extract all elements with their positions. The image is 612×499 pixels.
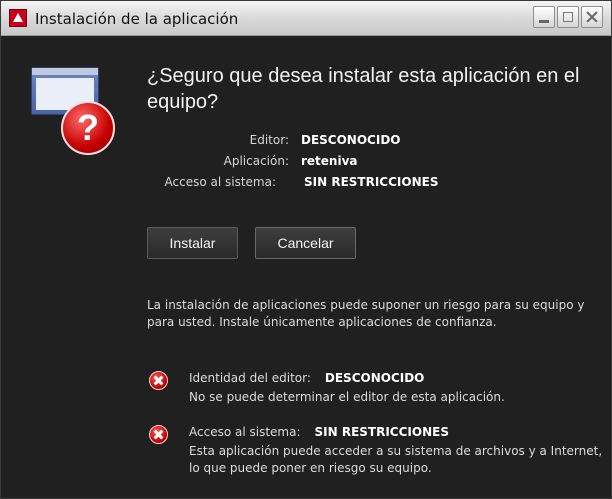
install-button[interactable]: Instalar bbox=[147, 227, 238, 259]
title-bar[interactable]: Instalación de la aplicación bbox=[1, 1, 611, 36]
adobe-air-icon bbox=[9, 9, 27, 27]
system-access-value: SIN RESTRICCIONES bbox=[304, 175, 439, 189]
install-dialog: Instalación de la aplicación ? ¿Seguro q… bbox=[0, 0, 612, 499]
window-title: Instalación de la aplicación bbox=[35, 10, 239, 28]
publisher-label: Editor: bbox=[249, 133, 289, 147]
minimize-button[interactable] bbox=[533, 6, 555, 28]
risk-access-description: Esta aplicación puede acceder a su siste… bbox=[189, 444, 603, 475]
risk-publisher-description: No se puede determinar el editor de esta… bbox=[189, 390, 505, 404]
install-question: ¿Seguro que desea instalar esta aplicaci… bbox=[147, 65, 580, 113]
application-value: reteniva bbox=[301, 154, 358, 168]
application-label: Aplicación: bbox=[223, 154, 289, 168]
error-icon bbox=[149, 425, 168, 444]
risk-warning-text: La instalación de aplicaciones puede sup… bbox=[147, 298, 585, 329]
system-access-label: Acceso al sistema: bbox=[164, 175, 277, 189]
maximize-button[interactable] bbox=[557, 6, 579, 28]
risk-access-value: SIN RESTRICCIONES bbox=[314, 425, 449, 439]
error-icon bbox=[149, 371, 168, 390]
risk-access-heading: Acceso al sistema: SIN RESTRICCIONES bbox=[189, 425, 449, 439]
risk-access-label: Acceso al sistema: bbox=[189, 425, 301, 439]
risk-publisher-label: Identidad del editor: bbox=[189, 371, 311, 385]
risk-publisher-heading: Identidad del editor: DESCONOCIDO bbox=[189, 371, 424, 385]
publisher-value: DESCONOCIDO bbox=[301, 133, 401, 147]
cancel-button[interactable]: Cancelar bbox=[255, 227, 356, 259]
close-button[interactable] bbox=[581, 6, 603, 28]
risk-publisher-value: DESCONOCIDO bbox=[324, 371, 425, 385]
